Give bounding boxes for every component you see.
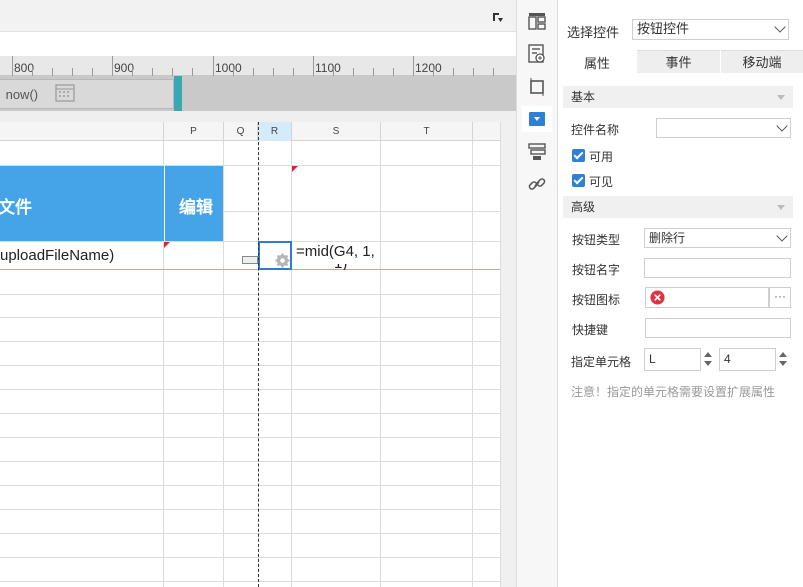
- calendar-icon[interactable]: [55, 84, 75, 102]
- select-control-value: 按钮控件: [637, 21, 690, 36]
- button-name-label: 按钮名字: [572, 263, 621, 277]
- target-cell-column-input[interactable]: L: [644, 348, 701, 371]
- collapse-corner-icon[interactable]: [492, 12, 504, 24]
- target-cell-label: 指定单元格: [571, 355, 632, 369]
- visible-label: 可见: [589, 175, 614, 189]
- header-edit-text: 编辑: [179, 198, 213, 217]
- button-icon-label: 按钮图标: [572, 293, 621, 307]
- collapse-caret-icon: [777, 95, 785, 100]
- template-icon[interactable]: [528, 44, 546, 64]
- stepper-up-icon[interactable]: [779, 352, 787, 357]
- section-basic[interactable]: 基本: [563, 86, 793, 108]
- column-header-t[interactable]: T: [381, 122, 473, 141]
- crop-frame-icon[interactable]: [528, 78, 546, 96]
- column-header-r[interactable]: R: [258, 122, 292, 141]
- stepper-up-icon[interactable]: [704, 352, 712, 357]
- extension-note: 注意！指定的单元格需要设置扩展属性: [571, 385, 776, 399]
- widget-icon[interactable]: [529, 112, 545, 126]
- row-stepper[interactable]: [777, 349, 789, 369]
- column-header-q[interactable]: Q: [224, 122, 258, 141]
- column-header-p[interactable]: P: [164, 122, 224, 141]
- control-name-label: 控件名称: [571, 123, 620, 137]
- section-advanced-label: 高级: [571, 200, 596, 214]
- tab-properties[interactable]: 属性: [558, 50, 636, 73]
- button-name-input[interactable]: [644, 258, 791, 278]
- enabled-checkbox[interactable]: [572, 149, 585, 162]
- section-basic-label: 基本: [571, 90, 596, 104]
- visible-checkbox[interactable]: [572, 174, 585, 187]
- top-toolbar: [0, 0, 516, 32]
- link-icon[interactable]: [528, 175, 546, 193]
- delete-circle-icon: [650, 290, 665, 305]
- button-icon-more-button[interactable]: ···: [769, 287, 791, 308]
- chevron-down-icon: [774, 21, 786, 33]
- canvas-gap: [0, 111, 516, 122]
- header-file-text: 文件: [0, 198, 32, 217]
- collapse-caret-icon: [777, 205, 785, 210]
- select-control-dropdown[interactable]: 按钮控件: [632, 19, 789, 40]
- formula-cell[interactable]: =mid(G4, 1,: [296, 243, 375, 260]
- vertical-scrollbar[interactable]: [500, 122, 516, 587]
- ruler-label: 1000: [215, 61, 242, 75]
- horizontal-ruler: 800 900 1000 1100 1200: [0, 56, 516, 76]
- settings-gear-icon[interactable]: [275, 253, 290, 268]
- formula-overflow-text: 1): [334, 264, 347, 270]
- button-widget-preview[interactable]: [242, 256, 258, 264]
- tab-events[interactable]: 事件: [637, 50, 720, 73]
- formula-overflow-clip: 1): [292, 264, 380, 270]
- page-break-line: [258, 122, 259, 587]
- upload-filename-cell[interactable]: uploadFileName): [0, 247, 114, 264]
- shortcut-input[interactable]: [645, 318, 791, 338]
- shortcut-label: 快捷键: [572, 323, 609, 337]
- column-header-s[interactable]: S: [292, 122, 381, 141]
- dock-icon[interactable]: [528, 12, 546, 30]
- control-name-dropdown[interactable]: [656, 118, 791, 138]
- button-type-dropdown[interactable]: 删除行: [644, 228, 791, 248]
- chevron-down-icon: [776, 230, 788, 242]
- column-stepper[interactable]: [702, 349, 714, 369]
- button-icon-field[interactable]: [645, 287, 769, 308]
- target-cell-row-input[interactable]: 4: [719, 348, 776, 371]
- ruler-label: 1200: [415, 61, 442, 75]
- select-control-label: 选择控件: [567, 25, 620, 40]
- section-advanced[interactable]: 高级: [563, 196, 793, 218]
- tab-mobile[interactable]: 移动端: [721, 50, 803, 73]
- column-header-blank: [0, 122, 164, 141]
- header-cell-edit[interactable]: 编辑: [164, 166, 223, 241]
- column-header-row: P Q R S T: [0, 122, 500, 141]
- resize-handle[interactable]: [174, 76, 182, 111]
- list-layout-icon[interactable]: [528, 143, 546, 161]
- chevron-down-icon: [776, 120, 788, 132]
- button-type-value: 删除行: [649, 231, 686, 245]
- enabled-label: 可用: [589, 150, 614, 164]
- stepper-down-icon[interactable]: [779, 361, 787, 366]
- header-cell-file[interactable]: 文件: [0, 166, 164, 241]
- button-type-label: 按钮类型: [572, 233, 621, 247]
- stepper-down-icon[interactable]: [704, 361, 712, 366]
- ruler-label: 1100: [315, 61, 341, 75]
